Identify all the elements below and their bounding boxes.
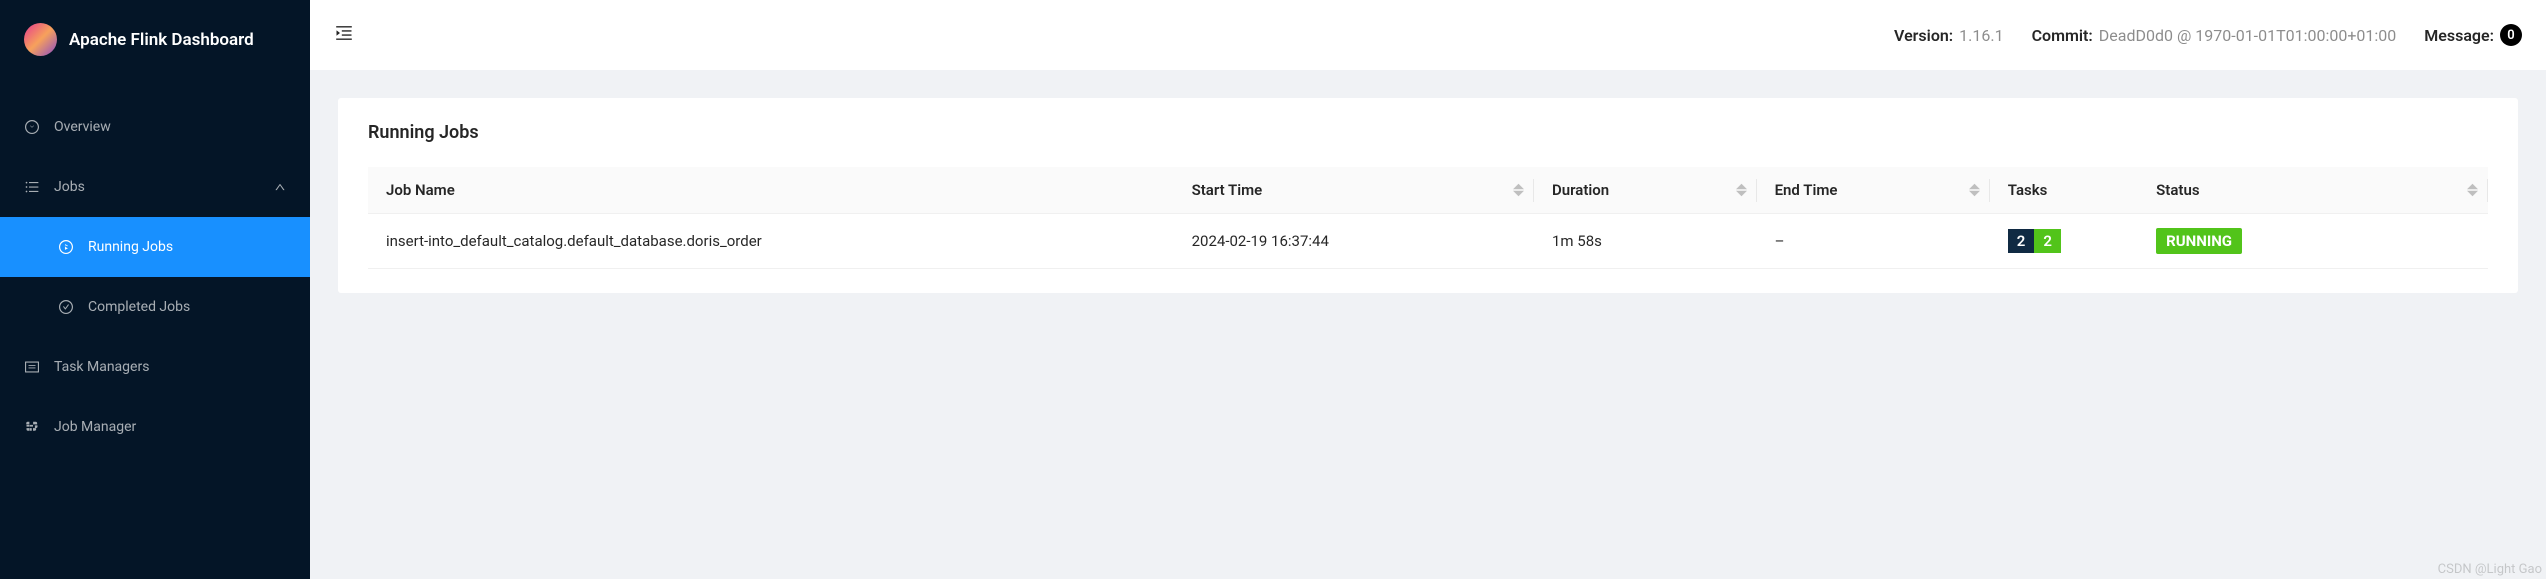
commit-label: Commit: xyxy=(2032,26,2093,45)
menu-label: Job Manager xyxy=(54,419,136,435)
commit-value: DeadD0d0 @ 1970-01-01T01:00:00+01:00 xyxy=(2099,26,2396,45)
th-label: Status xyxy=(2156,181,2199,199)
version-label: Version: xyxy=(1894,26,1953,45)
th-status[interactable]: Status xyxy=(2138,167,2488,214)
th-label: Start Time xyxy=(1192,181,1263,199)
message-info: Message: 0 xyxy=(2424,24,2522,46)
build-icon xyxy=(24,419,40,435)
menu-label: Task Managers xyxy=(54,359,149,375)
sort-icon[interactable] xyxy=(1969,184,1980,197)
brand-logo[interactable]: Apache Flink Dashboard xyxy=(0,0,310,79)
dashboard-icon xyxy=(24,119,40,135)
sort-icon[interactable] xyxy=(1736,184,1747,197)
check-circle-icon xyxy=(58,299,74,315)
page-title: Running Jobs xyxy=(338,98,2518,167)
menu-label: Jobs xyxy=(54,179,85,195)
sidebar-item-job-manager[interactable]: Job Manager xyxy=(0,397,310,457)
table-row[interactable]: insert-into_default_catalog.default_data… xyxy=(368,214,2488,269)
th-duration[interactable]: Duration xyxy=(1534,167,1757,214)
message-label: Message: xyxy=(2424,26,2494,45)
cell-duration: 1m 58s xyxy=(1534,214,1757,269)
th-end-time[interactable]: End Time xyxy=(1757,167,1990,214)
play-circle-icon xyxy=(58,239,74,255)
menu-label: Completed Jobs xyxy=(88,299,190,315)
th-label: Duration xyxy=(1552,181,1609,199)
content: Running Jobs Job Name Start Time xyxy=(310,70,2546,579)
bars-icon xyxy=(24,179,40,195)
version-info: Version: 1.16.1 xyxy=(1894,26,2004,45)
menu-label: Running Jobs xyxy=(88,239,173,255)
sidebar: Apache Flink Dashboard Overview Jobs xyxy=(0,0,310,579)
jobs-submenu: Running Jobs Completed Jobs xyxy=(0,217,310,337)
th-label: Job Name xyxy=(386,181,455,199)
schedule-icon xyxy=(24,359,40,375)
cell-start-time: 2024-02-19 16:37:44 xyxy=(1174,214,1534,269)
th-label: End Time xyxy=(1775,181,1838,199)
task-badge: 2 2 xyxy=(2008,229,2061,253)
cell-tasks: 2 2 xyxy=(1990,214,2138,269)
header-right: Version: 1.16.1 Commit: DeadD0d0 @ 1970-… xyxy=(1894,24,2522,46)
sidebar-item-jobs[interactable]: Jobs xyxy=(0,157,310,217)
jobs-table: Job Name Start Time xyxy=(368,167,2488,269)
cell-end-time: – xyxy=(1757,214,1990,269)
brand-title: Apache Flink Dashboard xyxy=(69,30,254,50)
message-badge[interactable]: 0 xyxy=(2500,24,2522,46)
sidebar-item-overview[interactable]: Overview xyxy=(0,97,310,157)
task-total: 2 xyxy=(2008,229,2035,253)
cell-job-name: insert-into_default_catalog.default_data… xyxy=(368,214,1174,269)
sidebar-item-running-jobs[interactable]: Running Jobs xyxy=(0,217,310,277)
main-area: Version: 1.16.1 Commit: DeadD0d0 @ 1970-… xyxy=(310,0,2546,579)
status-tag: RUNNING xyxy=(2156,228,2242,254)
sidebar-item-completed-jobs[interactable]: Completed Jobs xyxy=(0,277,310,337)
commit-info: Commit: DeadD0d0 @ 1970-01-01T01:00:00+0… xyxy=(2032,26,2397,45)
flink-logo-icon xyxy=(24,23,57,56)
sort-icon[interactable] xyxy=(2467,184,2478,197)
menu-label: Overview xyxy=(54,119,111,135)
header: Version: 1.16.1 Commit: DeadD0d0 @ 1970-… xyxy=(310,0,2546,70)
sort-icon[interactable] xyxy=(1513,184,1524,197)
th-label: Tasks xyxy=(2008,181,2048,199)
th-start-time[interactable]: Start Time xyxy=(1174,167,1534,214)
cell-status: RUNNING xyxy=(2138,214,2488,269)
version-value: 1.16.1 xyxy=(1959,26,2003,45)
th-job-name[interactable]: Job Name xyxy=(368,167,1174,214)
sidebar-item-task-managers[interactable]: Task Managers xyxy=(0,337,310,397)
chevron-up-icon xyxy=(274,181,286,193)
main-menu: Overview Jobs Running Jobs xyxy=(0,79,310,457)
task-running: 2 xyxy=(2034,229,2061,253)
th-tasks[interactable]: Tasks xyxy=(1990,167,2138,214)
menu-fold-icon[interactable] xyxy=(334,23,354,48)
running-jobs-card: Running Jobs Job Name Start Time xyxy=(338,98,2518,293)
